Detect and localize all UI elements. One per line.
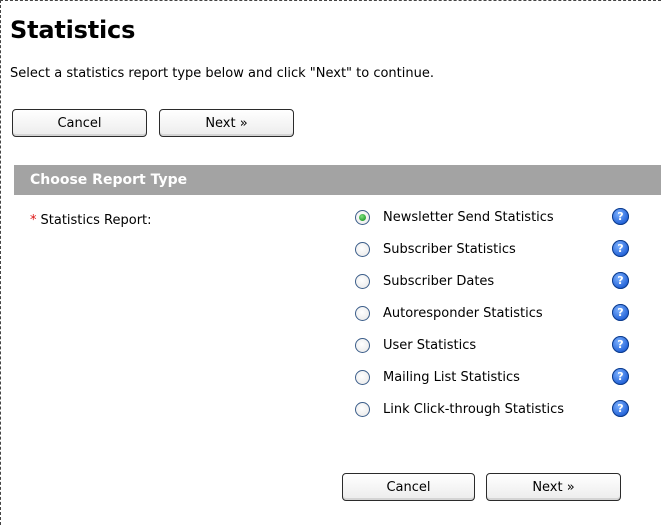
statistics-report-label: * Statistics Report: (30, 213, 152, 228)
help-icon[interactable]: ? (612, 400, 629, 417)
option-label[interactable]: User Statistics (383, 338, 476, 353)
option-label[interactable]: Subscriber Dates (383, 274, 494, 289)
option-user-statistics[interactable]: User Statistics ? (355, 334, 640, 356)
option-link-click-through-statistics[interactable]: Link Click-through Statistics ? (355, 398, 640, 420)
radio-subscriber-statistics[interactable] (355, 241, 370, 257)
radio-subscriber-dates[interactable] (355, 273, 370, 289)
page-title: Statistics (10, 16, 136, 44)
next-button-bottom[interactable]: Next » (486, 473, 621, 501)
option-autoresponder-statistics[interactable]: Autoresponder Statistics ? (355, 302, 640, 324)
cancel-button-bottom[interactable]: Cancel (342, 473, 475, 501)
option-mailing-list-statistics[interactable]: Mailing List Statistics ? (355, 366, 640, 388)
radio-link-click-through-statistics[interactable] (355, 401, 370, 417)
radio-newsletter-send-statistics[interactable] (355, 209, 370, 225)
required-marker: * (30, 213, 37, 228)
option-label[interactable]: Link Click-through Statistics (383, 402, 564, 417)
option-label[interactable]: Autoresponder Statistics (383, 306, 543, 321)
radio-autoresponder-statistics[interactable] (355, 305, 370, 321)
help-icon[interactable]: ? (612, 240, 629, 257)
option-newsletter-send-statistics[interactable]: Newsletter Send Statistics ? (355, 206, 640, 228)
section-header-label: Choose Report Type (30, 172, 188, 188)
next-button-top[interactable]: Next » (159, 109, 294, 137)
option-subscriber-statistics[interactable]: Subscriber Statistics ? (355, 238, 640, 260)
option-label[interactable]: Subscriber Statistics (383, 242, 516, 257)
cancel-button-top[interactable]: Cancel (12, 109, 147, 137)
help-icon[interactable]: ? (612, 208, 629, 225)
help-icon[interactable]: ? (612, 272, 629, 289)
section-header: Choose Report Type (14, 165, 661, 195)
radio-user-statistics[interactable] (355, 337, 370, 353)
help-icon[interactable]: ? (612, 336, 629, 353)
option-label[interactable]: Newsletter Send Statistics (383, 210, 554, 225)
help-icon[interactable]: ? (612, 368, 629, 385)
help-icon[interactable]: ? (612, 304, 629, 321)
option-subscriber-dates[interactable]: Subscriber Dates ? (355, 270, 640, 292)
option-label[interactable]: Mailing List Statistics (383, 370, 520, 385)
intro-text: Select a statistics report type below an… (10, 66, 434, 81)
statistics-report-label-text: Statistics Report: (40, 213, 152, 228)
radio-mailing-list-statistics[interactable] (355, 369, 370, 385)
